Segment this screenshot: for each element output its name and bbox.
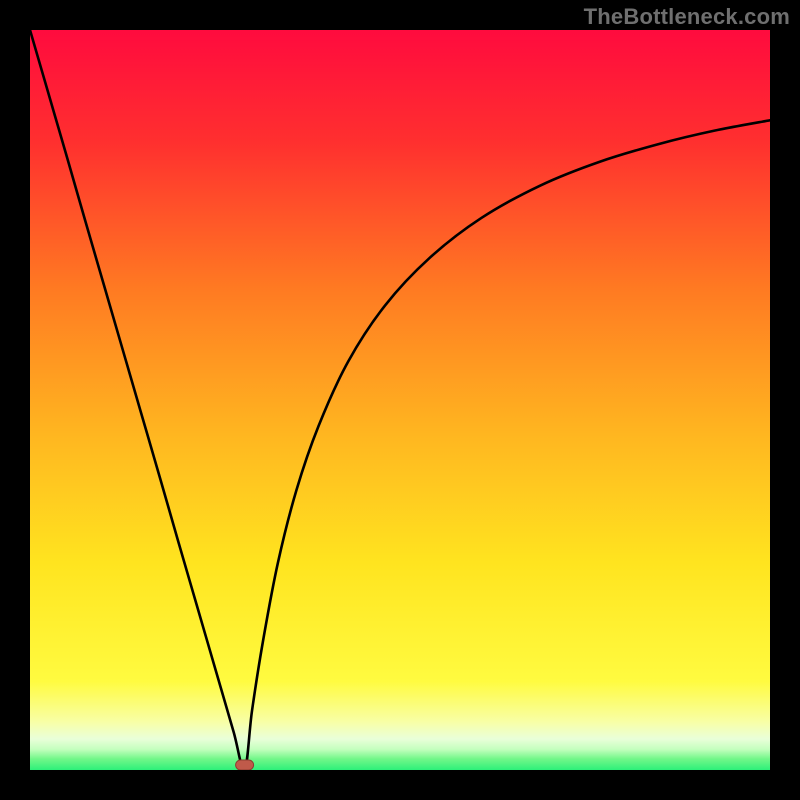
watermark-text: TheBottleneck.com bbox=[584, 4, 790, 30]
notch-marker bbox=[236, 760, 254, 770]
gradient-background bbox=[30, 30, 770, 770]
chart-frame bbox=[30, 30, 770, 770]
bottleneck-chart bbox=[30, 30, 770, 770]
